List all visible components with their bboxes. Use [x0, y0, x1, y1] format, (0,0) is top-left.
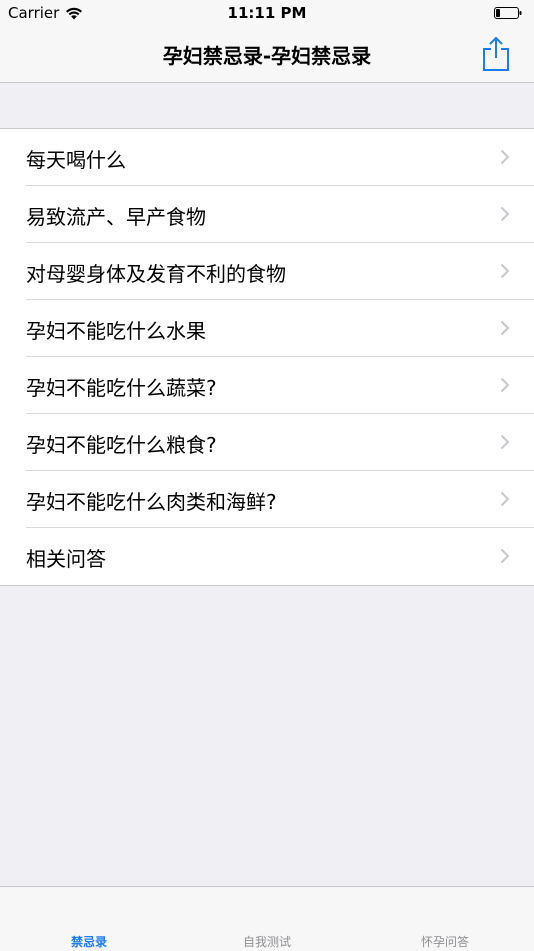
menu-list: 每天喝什么 易致流产、早产食物 对母婴身体及发育不利的食物 孕妇不能吃什么水果 …: [0, 128, 534, 586]
tab-forbidden-list[interactable]: 禁忌录: [0, 933, 178, 950]
chevron-right-icon: [500, 548, 510, 564]
list-item-label: 孕妇不能吃什么蔬菜?: [26, 376, 217, 400]
list-item[interactable]: 孕妇不能吃什么肉类和海鲜?: [0, 471, 534, 528]
list-item-label: 每天喝什么: [26, 148, 126, 172]
list-item-label: 易致流产、早产食物: [26, 205, 206, 229]
list-item[interactable]: 相关问答: [0, 528, 534, 585]
list-item[interactable]: 对母婴身体及发育不利的食物: [0, 243, 534, 300]
list-item-label: 相关问答: [26, 547, 106, 571]
chevron-right-icon: [500, 320, 510, 336]
share-icon[interactable]: [482, 36, 510, 72]
chevron-right-icon: [500, 263, 510, 279]
tab-self-test[interactable]: 自我测试: [178, 933, 356, 950]
tab-bar: 禁忌录 自我测试 怀孕问答: [0, 886, 534, 951]
battery-icon: [494, 7, 522, 19]
chevron-right-icon: [500, 377, 510, 393]
navigation-bar: 孕妇禁忌录-孕妇禁忌录: [0, 28, 534, 83]
list-item[interactable]: 孕妇不能吃什么水果: [0, 300, 534, 357]
page-title: 孕妇禁忌录-孕妇禁忌录: [162, 44, 372, 68]
list-item-label: 孕妇不能吃什么水果: [26, 319, 206, 343]
list-item[interactable]: 孕妇不能吃什么蔬菜?: [0, 357, 534, 414]
chevron-right-icon: [500, 434, 510, 450]
list-item[interactable]: 每天喝什么: [0, 129, 534, 186]
chevron-right-icon: [500, 149, 510, 165]
list-item-label: 孕妇不能吃什么粮食?: [26, 433, 217, 457]
list-item-label: 对母婴身体及发育不利的食物: [26, 262, 286, 286]
list-item[interactable]: 孕妇不能吃什么粮食?: [0, 414, 534, 471]
tab-pregnancy-qa[interactable]: 怀孕问答: [356, 933, 534, 950]
list-item[interactable]: 易致流产、早产食物: [0, 186, 534, 243]
status-time: 11:11 PM: [227, 4, 307, 22]
chevron-right-icon: [500, 491, 510, 507]
status-bar: Carrier 11:11 PM: [0, 0, 534, 28]
list-item-label: 孕妇不能吃什么肉类和海鲜?: [26, 490, 277, 514]
chevron-right-icon: [500, 206, 510, 222]
